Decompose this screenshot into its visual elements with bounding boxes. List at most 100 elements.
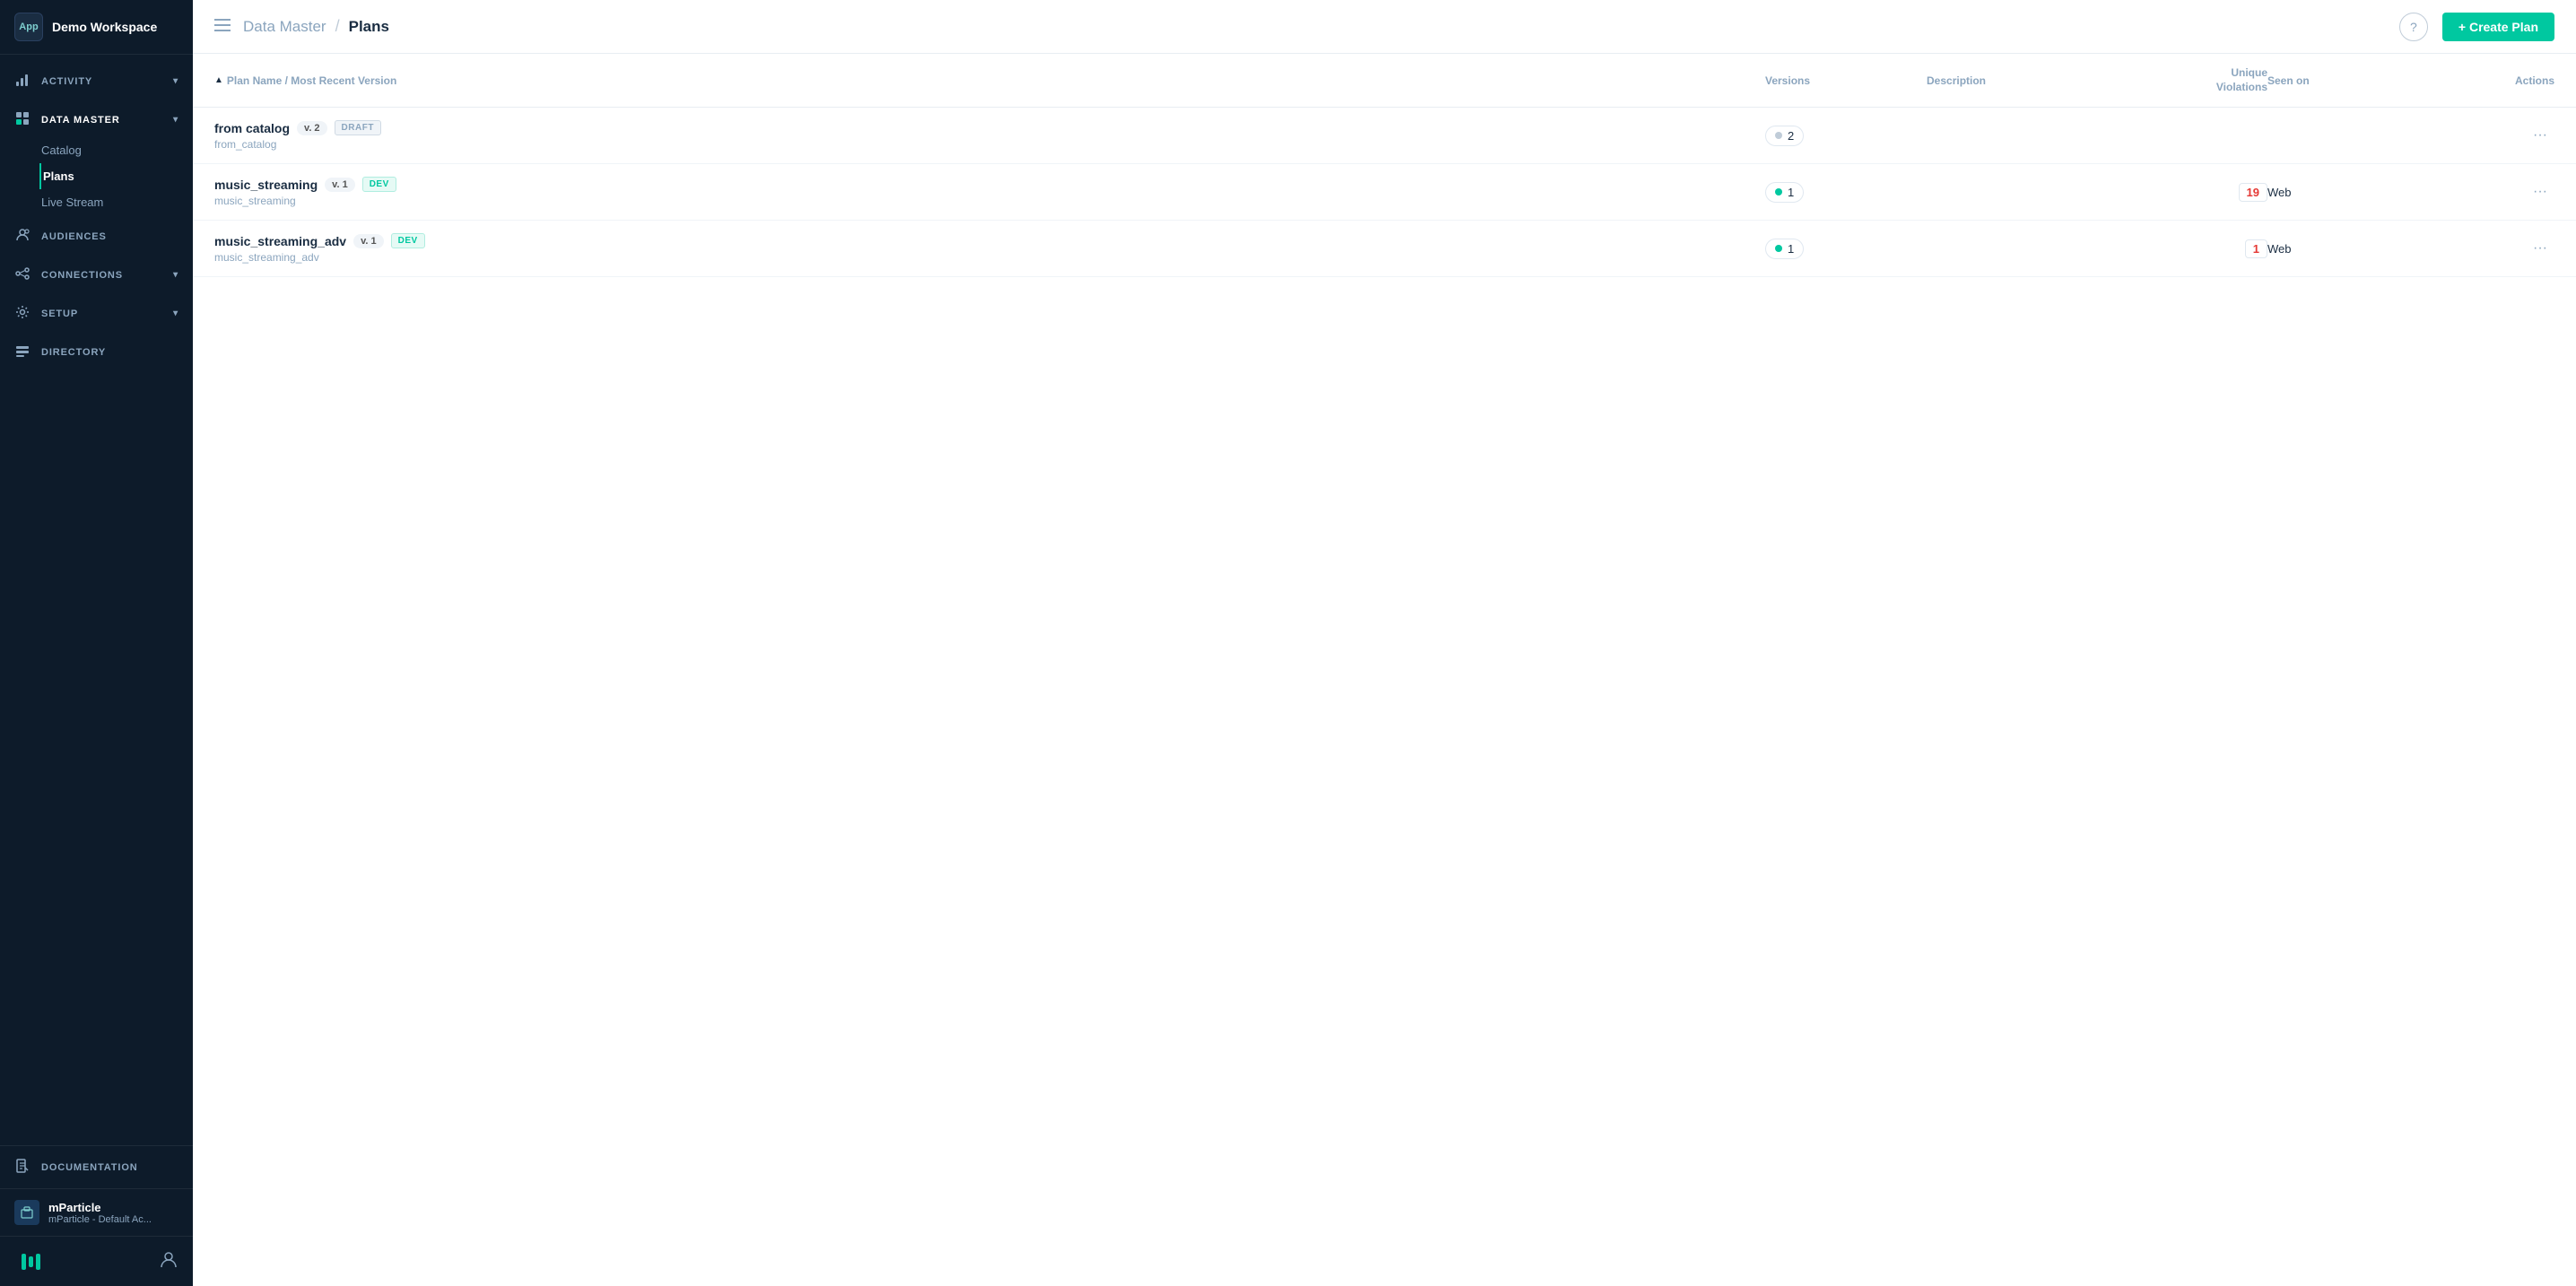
plan-slug-1: from_catalog xyxy=(214,138,1765,151)
breadcrumb: Data Master / Plans xyxy=(243,17,389,36)
create-plan-button[interactable]: + Create Plan xyxy=(2442,13,2554,41)
table-row: music_streaming v. 1 DEV music_streaming… xyxy=(193,164,2576,221)
th-seen-on: Seen on xyxy=(2267,66,2447,94)
more-actions-button-1[interactable]: ··· xyxy=(2526,124,2554,147)
sidebar-nav: ACTIVITY ▾ DATA MASTER ▾ Catalog xyxy=(0,55,193,1145)
version-count-1: 2 xyxy=(1765,126,1804,146)
plan-name-cell-1: from catalog v. 2 DRAFT from_catalog xyxy=(214,120,1765,151)
dot-icon-2 xyxy=(1775,188,1782,196)
version-count-2: 1 xyxy=(1765,182,1804,203)
nav-section-directory: DIRECTORY xyxy=(0,335,193,369)
version-badge-1: v. 2 xyxy=(297,121,327,135)
content-area: ▲ Plan Name / Most Recent Version Versio… xyxy=(193,54,2576,1286)
nav-section-activity: ACTIVITY ▾ xyxy=(0,64,193,99)
logo-bar-1 xyxy=(22,1254,26,1270)
more-actions-button-3[interactable]: ··· xyxy=(2526,237,2554,260)
violations-cell-2: 19 xyxy=(2124,183,2267,202)
org-item[interactable]: mParticle mParticle - Default Ac... xyxy=(0,1188,193,1236)
menu-toggle-icon[interactable] xyxy=(214,17,231,36)
th-versions: Versions xyxy=(1765,66,1927,94)
sidebar-item-directory[interactable]: DIRECTORY xyxy=(0,335,193,369)
versions-cell-3: 1 xyxy=(1765,239,1927,259)
plan-name-main-3: music_streaming_adv v. 1 DEV xyxy=(214,233,1765,248)
sidebar-header: App Demo Workspace xyxy=(0,0,193,55)
topbar: Data Master / Plans ? + Create Plan xyxy=(193,0,2576,54)
audiences-icon xyxy=(14,228,30,245)
sidebar-item-plans[interactable]: Plans xyxy=(39,163,193,189)
plan-slug-2: music_streaming xyxy=(214,195,1765,207)
sidebar-item-audiences-label: AUDIENCES xyxy=(41,231,178,242)
sidebar-item-activity[interactable]: ACTIVITY ▾ xyxy=(0,64,193,99)
status-badge-3: DEV xyxy=(391,233,425,248)
sidebar-item-catalog[interactable]: Catalog xyxy=(41,137,193,163)
sidebar-item-live-stream[interactable]: Live Stream xyxy=(41,189,193,215)
mparticle-logo xyxy=(14,1251,47,1273)
status-badge-1: DRAFT xyxy=(335,120,381,135)
nav-section-audiences: AUDIENCES xyxy=(0,219,193,254)
org-sub: mParticle - Default Ac... xyxy=(48,1214,178,1225)
main-content: Data Master / Plans ? + Create Plan ▲ Pl… xyxy=(193,0,2576,1286)
actions-cell-3: ··· xyxy=(2447,237,2554,260)
sidebar-footer xyxy=(0,1236,193,1286)
logo-bar-3 xyxy=(36,1254,40,1270)
topbar-left: Data Master / Plans xyxy=(214,17,389,36)
org-name: mParticle xyxy=(48,1201,178,1214)
data-master-chevron-icon: ▾ xyxy=(173,115,178,125)
version-count-3: 1 xyxy=(1765,239,1804,259)
sidebar-bottom: DOCUMENTATION mParticle mParticle - Defa… xyxy=(0,1145,193,1286)
user-icon[interactable] xyxy=(159,1249,178,1273)
seen-on-cell-3: Web xyxy=(2267,242,2447,256)
nav-section-data-master: DATA MASTER ▾ Catalog Plans Live Stream xyxy=(0,102,193,215)
version-badge-3: v. 1 xyxy=(353,234,384,248)
table-row: from catalog v. 2 DRAFT from_catalog 2 xyxy=(193,108,2576,164)
status-badge-2: DEV xyxy=(362,177,396,192)
violations-badge-3: 1 xyxy=(2245,239,2267,258)
sidebar-item-setup[interactable]: SETUP ▾ xyxy=(0,296,193,331)
breadcrumb-separator: / xyxy=(335,17,340,36)
sort-arrow-icon: ▲ xyxy=(214,75,223,85)
connections-icon xyxy=(14,266,30,283)
th-actions: Actions xyxy=(2447,66,2554,94)
plan-name-main-1: from catalog v. 2 DRAFT xyxy=(214,120,1765,135)
table-header: ▲ Plan Name / Most Recent Version Versio… xyxy=(193,54,2576,108)
sidebar-item-connections[interactable]: CONNECTIONS ▾ xyxy=(0,257,193,292)
chart-icon xyxy=(14,73,30,90)
setup-icon xyxy=(14,305,30,322)
workspace-name: Demo Workspace xyxy=(52,20,157,34)
version-badge-2: v. 1 xyxy=(325,178,355,192)
sidebar-item-directory-label: DIRECTORY xyxy=(41,347,178,358)
nav-section-connections: CONNECTIONS ▾ xyxy=(0,257,193,292)
org-info: mParticle mParticle - Default Ac... xyxy=(48,1201,178,1225)
sidebar-item-audiences[interactable]: AUDIENCES xyxy=(0,219,193,254)
plan-slug-3: music_streaming_adv xyxy=(214,251,1765,264)
sidebar-item-documentation[interactable]: DOCUMENTATION xyxy=(0,1146,193,1188)
setup-chevron-icon: ▾ xyxy=(173,308,178,318)
more-actions-button-2[interactable]: ··· xyxy=(2526,180,2554,204)
org-icon xyxy=(14,1200,39,1225)
nav-section-setup: SETUP ▾ xyxy=(0,296,193,331)
doc-icon xyxy=(14,1159,30,1176)
dot-icon-1 xyxy=(1775,132,1782,139)
sidebar-item-data-master[interactable]: DATA MASTER ▾ xyxy=(0,102,193,137)
violations-cell-3: 1 xyxy=(2124,239,2267,258)
table-icon xyxy=(14,111,30,128)
actions-cell-1: ··· xyxy=(2447,124,2554,147)
activity-chevron-icon: ▾ xyxy=(173,76,178,86)
sidebar-item-activity-label: ACTIVITY xyxy=(41,76,173,87)
plans-table: ▲ Plan Name / Most Recent Version Versio… xyxy=(193,54,2576,277)
sidebar: App Demo Workspace ACTIVITY ▾ xyxy=(0,0,193,1286)
plan-name-cell-3: music_streaming_adv v. 1 DEV music_strea… xyxy=(214,233,1765,264)
app-icon: App xyxy=(14,13,43,41)
breadcrumb-parent[interactable]: Data Master xyxy=(243,18,326,36)
logo-bar-2 xyxy=(29,1256,33,1267)
sidebar-item-setup-label: SETUP xyxy=(41,308,173,319)
connections-chevron-icon: ▾ xyxy=(173,270,178,280)
plan-name-cell-2: music_streaming v. 1 DEV music_streaming xyxy=(214,177,1765,207)
th-description: Description xyxy=(1927,66,2124,94)
plan-name-main-2: music_streaming v. 1 DEV xyxy=(214,177,1765,192)
seen-on-cell-2: Web xyxy=(2267,186,2447,199)
help-button[interactable]: ? xyxy=(2399,13,2428,41)
table-row: music_streaming_adv v. 1 DEV music_strea… xyxy=(193,221,2576,277)
th-plan-name: ▲ Plan Name / Most Recent Version xyxy=(214,66,1765,94)
topbar-right: ? + Create Plan xyxy=(2399,13,2554,41)
